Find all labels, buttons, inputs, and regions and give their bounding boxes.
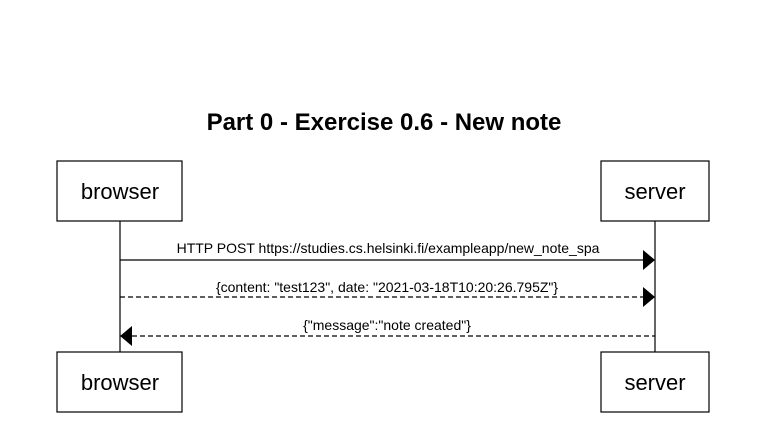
- browser-actor-bottom: browser: [56, 351, 183, 413]
- message-3: {"message":"note created"}: [120, 317, 655, 346]
- sequence-diagram: Part 0 - Exercise 0.6 - New note browser…: [56, 109, 710, 413]
- server-actor-top-label: server: [624, 179, 685, 204]
- server-actor-top: server: [600, 160, 710, 222]
- message-2-label: {content: "test123", date: "2021-03-18T1…: [216, 279, 558, 295]
- message-1: HTTP POST https://studies.cs.helsinki.fi…: [120, 240, 655, 270]
- message-2-arrowhead: [643, 287, 655, 307]
- message-3-label: {"message":"note created"}: [303, 317, 471, 333]
- message-1-arrowhead: [643, 250, 655, 270]
- message-1-label: HTTP POST https://studies.cs.helsinki.fi…: [177, 240, 600, 256]
- server-actor-bottom: server: [600, 351, 710, 413]
- browser-actor-top: browser: [56, 160, 183, 222]
- diagram-title: Part 0 - Exercise 0.6 - New note: [207, 109, 562, 136]
- message-2: {content: "test123", date: "2021-03-18T1…: [120, 279, 655, 307]
- server-actor-bottom-label: server: [624, 370, 685, 395]
- message-3-arrowhead: [120, 326, 132, 346]
- browser-actor-bottom-label: browser: [81, 370, 159, 395]
- browser-actor-top-label: browser: [81, 179, 159, 204]
